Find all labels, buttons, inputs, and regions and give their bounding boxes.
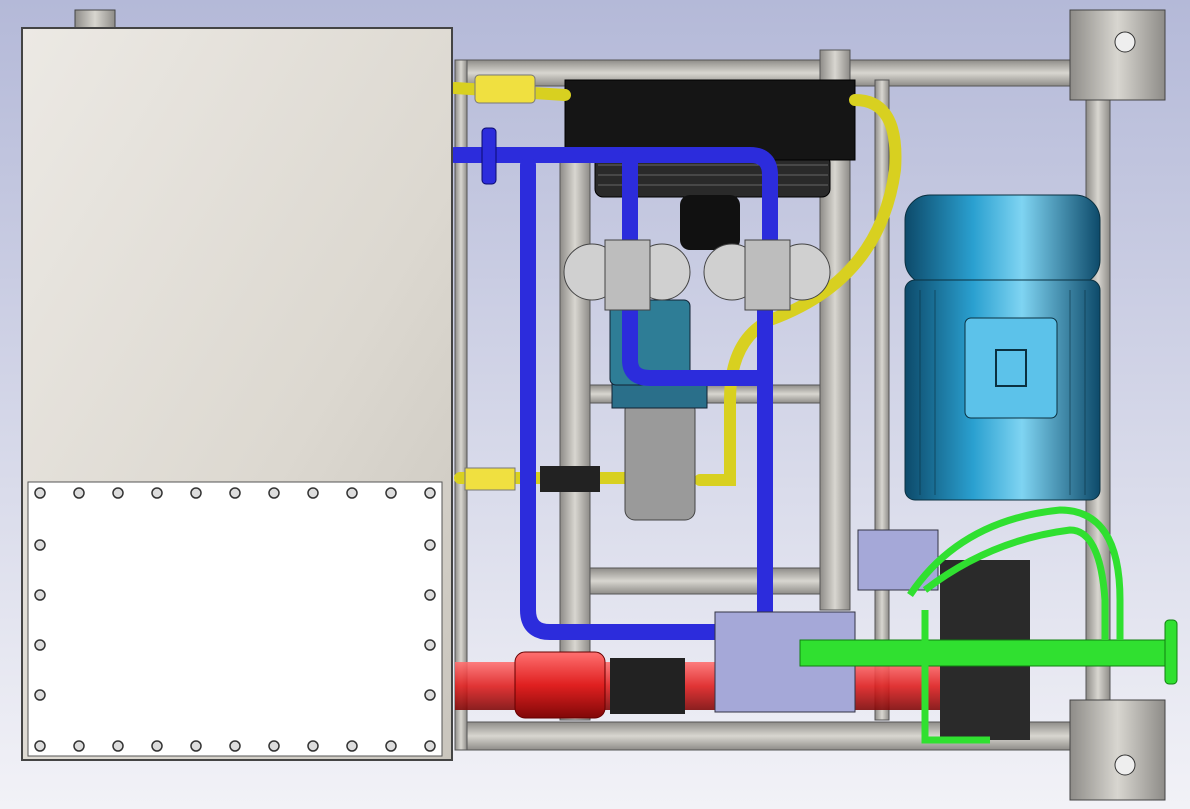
panel-bolt: [424, 589, 436, 601]
panel-bolt: [151, 740, 163, 752]
panel-bolt: [34, 689, 46, 701]
panel-bolt: [151, 487, 163, 499]
panel-bolt: [34, 740, 46, 752]
panel-bolt: [268, 487, 280, 499]
panel-bolt: [346, 740, 358, 752]
panel-bolt: [268, 740, 280, 752]
mounting-bracket-bottom-right: [1069, 699, 1166, 801]
panel-bolt: [229, 487, 241, 499]
panel-bolt: [34, 487, 46, 499]
panel-bolt: [112, 487, 124, 499]
mounting-bracket-top-right: [1069, 9, 1166, 101]
panel-bolt: [307, 487, 319, 499]
panel-bolt: [385, 487, 397, 499]
panel-bolt: [34, 639, 46, 651]
panel-bolt: [73, 740, 85, 752]
panel-bolt: [424, 639, 436, 651]
blue-flange: [481, 127, 497, 185]
panel-bolt: [190, 740, 202, 752]
electric-motor: [904, 194, 1101, 501]
panel-bolt: [424, 740, 436, 752]
panel-bolt: [424, 539, 436, 551]
panel-bolt: [73, 487, 85, 499]
panel-bolt: [424, 689, 436, 701]
cad-render-viewport[interactable]: [0, 0, 1190, 809]
panel-bolt: [34, 539, 46, 551]
panel-bolt: [424, 487, 436, 499]
panel-bolt: [346, 487, 358, 499]
panel-bolt: [112, 740, 124, 752]
panel-bolt: [307, 740, 319, 752]
panel-bolt: [385, 740, 397, 752]
enclosure-cover-panel: [27, 481, 443, 757]
panel-bolt: [190, 487, 202, 499]
solenoid-valve: [857, 529, 939, 591]
panel-bolt: [34, 589, 46, 601]
panel-bolt: [229, 740, 241, 752]
